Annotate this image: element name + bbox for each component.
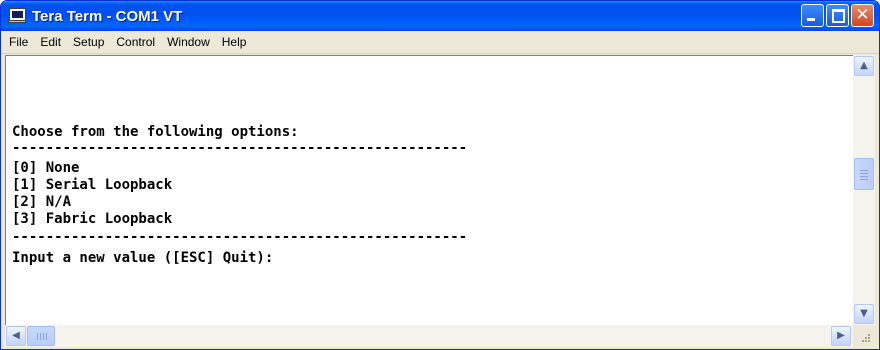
close-icon: ✕ — [855, 5, 870, 25]
terminal-option: [2] N/A — [12, 194, 72, 210]
close-button[interactable]: ✕ — [851, 4, 874, 27]
menu-setup[interactable]: Setup — [67, 32, 110, 52]
window-controls: ✕ — [801, 4, 874, 27]
menu-help[interactable]: Help — [216, 32, 253, 52]
terminal-option: [0] None — [12, 160, 80, 176]
menu-window[interactable]: Window — [161, 32, 216, 52]
scroll-down-button[interactable]: ▼ — [854, 304, 874, 324]
minimize-icon — [807, 18, 815, 21]
chevron-down-icon: ▼ — [860, 308, 868, 319]
chevron-left-icon: ◀ — [12, 330, 20, 341]
terminal-input-prompt: Input a new value ([ESC] Quit): — [12, 250, 274, 266]
terminal-option: [3] Fabric Loopback — [12, 211, 173, 227]
scroll-up-button[interactable]: ▲ — [854, 56, 874, 76]
vertical-scroll-thumb[interactable] — [854, 158, 874, 190]
maximize-button[interactable] — [826, 4, 849, 27]
resize-grip-icon[interactable] — [853, 325, 875, 347]
menu-bar: File Edit Setup Control Window Help — [1, 31, 879, 54]
title-bar[interactable]: Tera Term - COM1 VT ✕ — [1, 1, 879, 31]
scroll-left-button[interactable]: ◀ — [6, 326, 26, 346]
scroll-right-button[interactable]: ▶ — [831, 326, 851, 346]
menu-file[interactable]: File — [1, 32, 34, 52]
chevron-up-icon: ▲ — [860, 60, 868, 71]
horizontal-scroll-thumb[interactable] — [27, 326, 55, 346]
terminal-divider: ----------------------------------------… — [12, 229, 468, 245]
terminal-app-icon[interactable] — [8, 8, 26, 24]
chevron-right-icon: ▶ — [837, 330, 845, 341]
window-title: Tera Term - COM1 VT — [32, 7, 183, 25]
terminal-window: Tera Term - COM1 VT ✕ File Edit Setup Co… — [0, 0, 880, 350]
terminal-option: [1] Serial Loopback — [12, 177, 173, 193]
minimize-button[interactable] — [801, 4, 824, 27]
terminal-screen[interactable]: Choose from the following options: -----… — [5, 55, 853, 325]
menu-control[interactable]: Control — [110, 32, 161, 52]
maximize-icon — [832, 9, 845, 23]
terminal-divider: ----------------------------------------… — [12, 140, 468, 156]
vertical-scrollbar[interactable]: ▲ ▼ — [853, 55, 875, 325]
menu-edit[interactable]: Edit — [34, 32, 67, 52]
horizontal-scrollbar[interactable]: ◀ ▶ — [5, 325, 853, 347]
